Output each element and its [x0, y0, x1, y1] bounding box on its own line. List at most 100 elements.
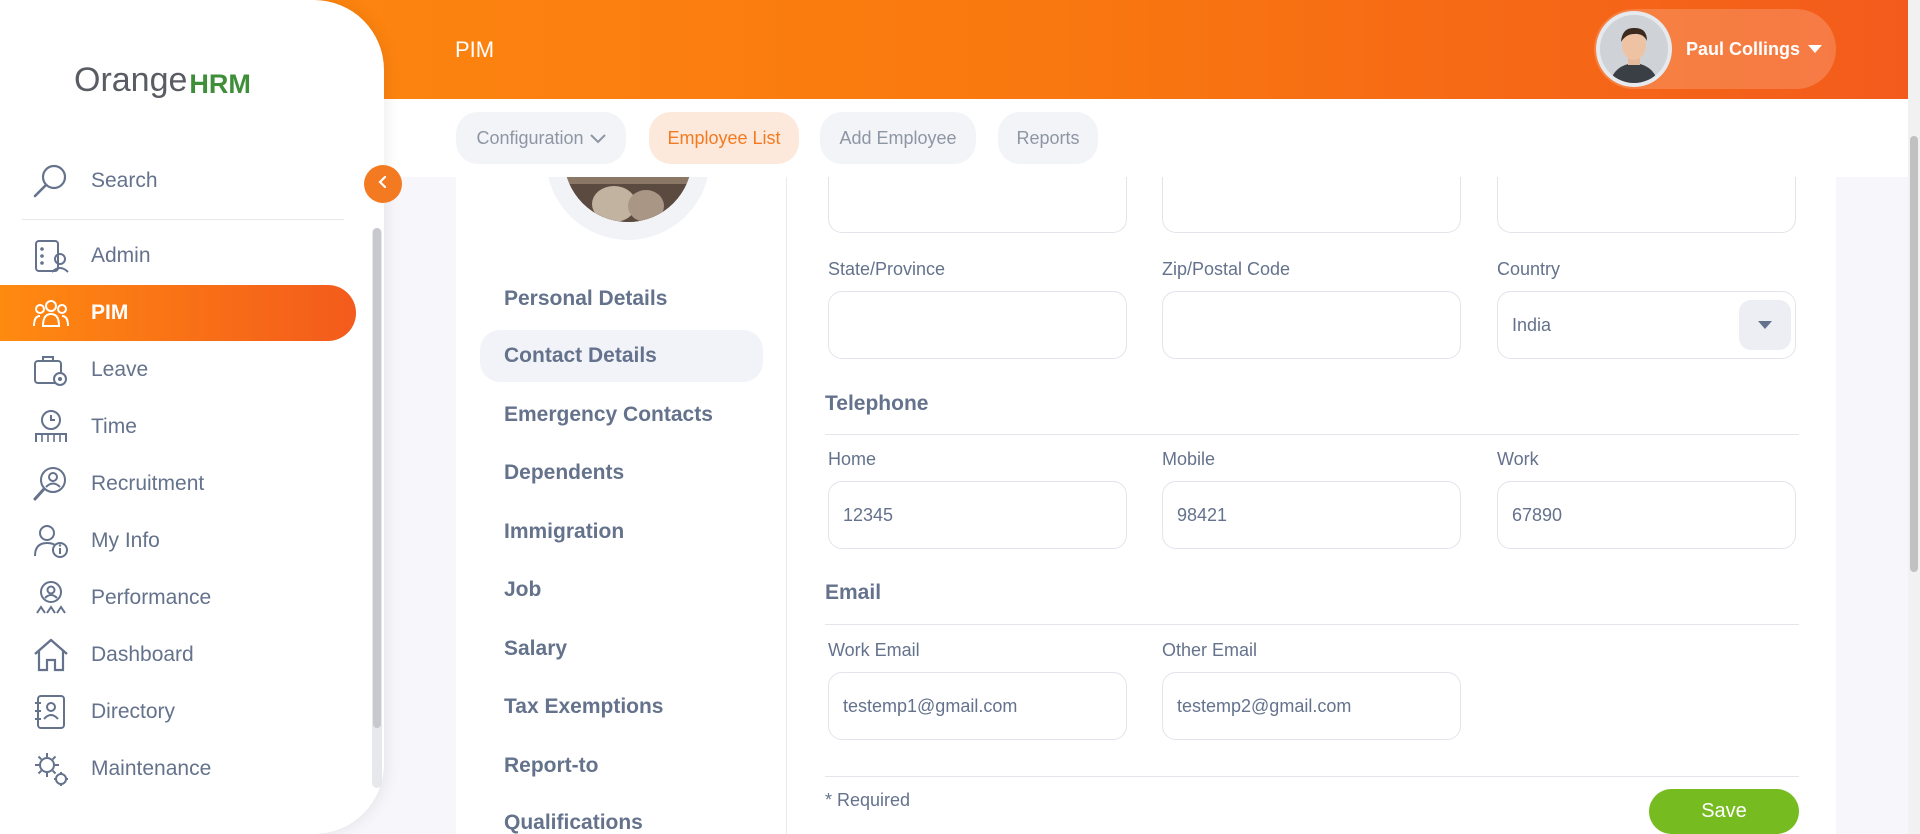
maintenance-icon [32, 750, 70, 788]
telephone-divider [825, 434, 1799, 435]
caret-down-icon [1808, 45, 1823, 53]
tab-label: Tax Exemptions [504, 695, 664, 718]
address-field-3[interactable] [1497, 177, 1796, 233]
tab-label: Add Employee [839, 127, 957, 148]
sidebar-scroll-thumb[interactable] [373, 228, 381, 728]
form-footer-divider [825, 776, 1799, 777]
sidebar-item-label: Leave [91, 358, 149, 381]
tab-contact-details[interactable]: Contact Details [480, 330, 763, 382]
sidebar-item-label: Time [91, 415, 137, 438]
search-icon [32, 162, 70, 200]
zip-label: Zip/Postal Code [1162, 259, 1291, 279]
tab-tax-exemptions[interactable]: Tax Exemptions [480, 681, 763, 733]
tab-configuration[interactable]: Configuration [456, 112, 626, 164]
page-title: PIM [455, 37, 495, 62]
card-divider [786, 177, 787, 834]
tab-employee-list[interactable]: Employee List [649, 112, 799, 164]
email-section-title: Email [825, 581, 882, 604]
telephone-section-title: Telephone [825, 392, 929, 415]
tab-label: Employee List [667, 127, 781, 148]
sidebar-item-label: Performance [91, 586, 212, 609]
tab-label: Configuration [476, 127, 584, 148]
sidebar-item-label: Search [91, 169, 158, 192]
sidebar-item-performance[interactable]: Performance [0, 570, 356, 626]
zip-input[interactable] [1162, 291, 1461, 359]
my-info-icon [32, 522, 70, 560]
sidebar: Orange HRM Search Admin PIM Leave Time R… [0, 0, 384, 834]
profile-photo[interactable] [546, 177, 710, 240]
page-scroll-thumb[interactable] [1910, 136, 1918, 572]
sidebar-item-time[interactable]: Time [0, 399, 356, 455]
caret-down-icon [1758, 321, 1772, 329]
sidebar-item-label: Recruitment [91, 472, 205, 495]
pim-icon [32, 294, 70, 332]
tab-salary[interactable]: Salary [480, 623, 763, 675]
work-email-input[interactable]: testemp1@gmail.com [828, 672, 1127, 740]
logo-text: Orange [74, 61, 188, 99]
user-menu-button[interactable]: Paul Collings [1594, 9, 1836, 89]
country-select[interactable]: India [1497, 291, 1796, 359]
address-field-2[interactable] [1162, 177, 1461, 233]
chevron-left-icon [376, 175, 390, 194]
sidebar-item-label: My Info [91, 529, 160, 552]
tab-label: Reports [1016, 127, 1080, 148]
profile-photo-area [546, 177, 710, 240]
sidebar-item-admin[interactable]: Admin [0, 228, 356, 284]
home-phone-input[interactable]: 12345 [828, 481, 1127, 549]
sidebar-item-label: PIM [91, 301, 129, 324]
state-input[interactable] [828, 291, 1127, 359]
sidebar-divider [22, 219, 344, 220]
tab-dependents[interactable]: Dependents [480, 447, 763, 499]
pim-subnav: Configuration Employee List Add Employee… [384, 99, 1908, 177]
sidebar-collapse-button[interactable] [364, 165, 402, 203]
leave-icon [32, 351, 70, 389]
sidebar-item-leave[interactable]: Leave [0, 342, 356, 398]
address-field-1[interactable] [828, 177, 1127, 233]
other-email-input[interactable]: testemp2@gmail.com [1162, 672, 1461, 740]
page-scrollbar[interactable] [1908, 0, 1920, 834]
sidebar-item-maintenance[interactable]: Maintenance [0, 741, 356, 797]
chevron-down-icon [589, 128, 606, 149]
tab-label: Qualifications [504, 811, 643, 834]
directory-icon [32, 693, 70, 731]
sidebar-item-label: Maintenance [91, 757, 212, 780]
performance-icon [32, 579, 70, 617]
tab-personal-details[interactable]: Personal Details [480, 273, 763, 325]
work-phone-input[interactable]: 67890 [1497, 481, 1796, 549]
user-name: Paul Collings [1686, 38, 1801, 59]
mobile-phone-label: Mobile [1162, 449, 1216, 469]
sidebar-item-recruitment[interactable]: Recruitment [0, 456, 356, 512]
dashboard-icon [32, 636, 70, 674]
admin-icon [32, 237, 70, 275]
tab-label: Job [504, 578, 542, 601]
work-phone-label: Work [1497, 449, 1539, 469]
orangehrm-logo: Orange HRM [74, 50, 251, 100]
time-icon [32, 408, 70, 446]
tab-job[interactable]: Job [480, 564, 763, 616]
sidebar-item-directory[interactable]: Directory [0, 684, 356, 740]
tab-reports[interactable]: Reports [998, 112, 1098, 164]
employee-photo [564, 177, 692, 222]
sidebar-item-dashboard[interactable]: Dashboard [0, 627, 356, 683]
mobile-phone-input[interactable]: 98421 [1162, 481, 1461, 549]
sidebar-item-my-info[interactable]: My Info [0, 513, 356, 569]
save-button[interactable]: Save [1649, 789, 1799, 834]
country-value: India [1512, 314, 1552, 335]
home-phone-label: Home [828, 449, 877, 469]
tab-report-to[interactable]: Report-to [480, 740, 763, 792]
sidebar-scrollbar[interactable] [372, 228, 382, 788]
tab-label: Immigration [504, 520, 625, 543]
tab-immigration[interactable]: Immigration [480, 506, 763, 558]
required-note: * Required [825, 790, 911, 810]
other-email-label: Other Email [1162, 640, 1258, 660]
tab-add-employee[interactable]: Add Employee [820, 112, 976, 164]
tab-label: Emergency Contacts [504, 403, 713, 426]
tab-emergency-contacts[interactable]: Emergency Contacts [480, 389, 763, 441]
tab-qualifications[interactable]: Qualifications [480, 798, 763, 834]
tab-label: Report-to [504, 754, 599, 777]
sidebar-search[interactable]: Search [0, 153, 356, 209]
sidebar-item-pim[interactable]: PIM [0, 285, 356, 341]
sidebar-item-label: Dashboard [91, 643, 194, 666]
country-dropdown-button[interactable] [1739, 300, 1791, 350]
state-label: State/Province [828, 259, 946, 279]
